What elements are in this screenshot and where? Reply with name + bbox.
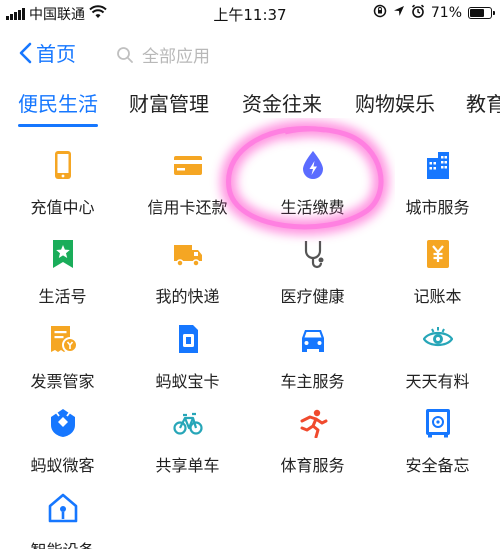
location-arrow-icon (393, 5, 405, 21)
service-life-account[interactable]: 生活号 (0, 239, 125, 309)
service-label: 共享单车 (155, 456, 220, 475)
smart-home-icon (48, 493, 78, 523)
sport-runner-icon (300, 409, 328, 438)
service-label: 发票管家 (30, 372, 95, 391)
service-express[interactable]: 我的快递 (125, 239, 250, 309)
service-city[interactable]: 城市服务 (375, 150, 500, 220)
ant-shield-icon (51, 409, 75, 437)
status-right: 71% (373, 4, 495, 22)
service-label: 安全备忘 (405, 456, 470, 475)
service-label: 记账本 (413, 287, 462, 306)
tab-wealth[interactable]: 财富管理 (129, 88, 209, 117)
alarm-icon (411, 4, 425, 22)
tab-label: 财富管理 (129, 92, 209, 116)
service-utilities[interactable]: 生活缴费 (250, 150, 375, 220)
search-icon (117, 46, 133, 63)
back-label: 首页 (36, 42, 76, 66)
phone-icon (55, 151, 71, 179)
service-daily-news[interactable]: 天天有料 (375, 324, 500, 394)
invoice-icon (51, 326, 78, 353)
service-label: 生活号 (38, 287, 87, 306)
city-buildings-icon (427, 152, 449, 179)
back-button[interactable]: 首页 (18, 38, 76, 67)
service-label: 天天有料 (405, 372, 470, 391)
eye-icon (423, 327, 453, 347)
tab-shopping[interactable]: 购物娱乐 (355, 88, 435, 117)
bicycle-icon (173, 412, 203, 435)
service-car-owner[interactable]: 车主服务 (250, 324, 375, 394)
delivery-truck-icon (174, 245, 202, 267)
search-placeholder: 全部应用 (142, 47, 210, 67)
orientation-lock-icon (373, 4, 387, 22)
car-icon (302, 330, 324, 352)
service-recharge[interactable]: 充值中心 (0, 150, 125, 220)
safe-box-icon (426, 409, 450, 438)
service-label: 医疗健康 (280, 287, 345, 306)
battery-icon (468, 7, 495, 19)
service-label: 蚂蚁微客 (30, 456, 95, 475)
service-label: 智能设备 (0, 537, 125, 549)
service-label: 城市服务 (405, 198, 470, 217)
service-label: 生活缴费 (280, 198, 345, 217)
stethoscope-icon (304, 241, 324, 269)
tab-label: 购物娱乐 (355, 92, 435, 116)
service-credit-card[interactable]: 信用卡还款 (125, 150, 250, 220)
service-ant-weike[interactable]: 蚂蚁微客 (0, 408, 125, 478)
service-safety-memo[interactable]: 安全备忘 (375, 408, 500, 478)
chevron-left-icon (19, 42, 32, 63)
service-ledger[interactable]: 记账本 (375, 239, 500, 309)
sim-card-icon (179, 325, 198, 353)
service-label: 充值中心 (30, 198, 95, 217)
credit-card-icon (174, 156, 202, 175)
tab-biz-life[interactable]: 便民生活 (18, 88, 98, 127)
service-sports[interactable]: 体育服务 (250, 408, 375, 478)
service-ant-card[interactable]: 蚂蚁宝卡 (125, 324, 250, 394)
tab-education[interactable]: 教育 (466, 88, 500, 117)
bookmark-star-icon (53, 240, 73, 268)
service-shared-bike[interactable]: 共享单车 (125, 408, 250, 478)
service-label: 体育服务 (280, 456, 345, 475)
active-tab-underline (18, 124, 98, 127)
battery-percent: 71% (430, 5, 462, 21)
tab-label: 教育 (466, 92, 500, 116)
service-health[interactable]: 医疗健康 (250, 239, 375, 309)
service-label: 车主服务 (280, 372, 345, 391)
top-nav: 首页 全部应用 (0, 30, 500, 74)
service-smart-device[interactable]: 智能设备 (0, 493, 125, 549)
tab-label: 资金往来 (242, 92, 322, 116)
search-box[interactable]: 全部应用 (116, 42, 210, 67)
service-label: 信用卡还款 (147, 198, 228, 217)
ledger-yuan-icon (427, 240, 449, 268)
water-drop-lightning-icon (303, 151, 323, 179)
service-label: 蚂蚁宝卡 (155, 372, 220, 391)
status-bar: 中国联通 上午11:37 71% (0, 0, 500, 26)
tab-label: 便民生活 (18, 92, 98, 116)
service-invoice[interactable]: 发票管家 (0, 324, 125, 394)
service-label: 我的快递 (155, 287, 220, 306)
category-tabs: 便民生活 财富管理 资金往来 购物娱乐 教育 (0, 88, 500, 132)
tab-funds[interactable]: 资金往来 (242, 88, 322, 117)
